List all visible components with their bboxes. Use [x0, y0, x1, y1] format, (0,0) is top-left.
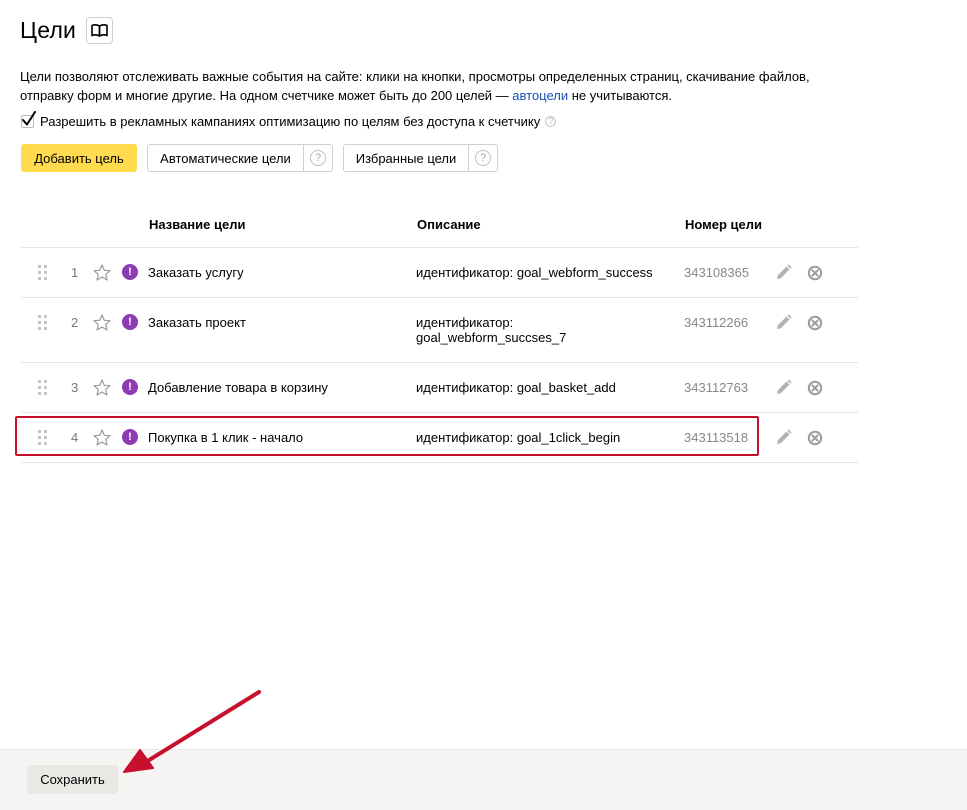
goal-number: 343108365 — [684, 265, 750, 280]
pencil-icon[interactable] — [775, 429, 792, 446]
goal-name: Покупка в 1 клик - начало — [148, 430, 304, 445]
drag-handle-icon[interactable] — [38, 265, 48, 281]
auto-goals-group: Автоматические цели ? — [147, 144, 333, 172]
goal-number: 343112266 — [684, 315, 749, 330]
goals-table: Название цели Описание Номер цели 1 ! За… — [21, 207, 858, 463]
auto-goals-help-button[interactable]: ? — [304, 144, 333, 172]
table-header: Название цели Описание Номер цели — [21, 207, 858, 248]
row-index: 2 — [71, 315, 79, 330]
autogoals-link[interactable]: автоцели — [512, 88, 568, 103]
question-icon: ? — [310, 150, 326, 166]
warning-icon: ! — [122, 429, 138, 445]
favorite-goals-help-button[interactable]: ? — [469, 144, 498, 172]
pencil-icon[interactable] — [775, 314, 792, 331]
pencil-icon[interactable] — [775, 264, 792, 281]
save-button[interactable]: Сохранить — [27, 765, 118, 794]
permission-label[interactable]: Разрешить в рекламных кампаниях оптимиза… — [40, 114, 540, 129]
warning-icon: ! — [122, 314, 138, 330]
goal-description: идентификатор: goal_1click_begin — [416, 430, 666, 445]
row-index: 3 — [71, 380, 79, 395]
goal-description: идентификатор: goal_basket_add — [416, 380, 666, 395]
goal-description: идентификатор: goal_webform_success — [416, 265, 666, 280]
checkmark-icon — [22, 110, 36, 125]
column-header-number: Номер цели — [685, 217, 763, 232]
book-icon — [91, 23, 108, 37]
intro-text: Цели позволяют отслеживать важные событи… — [20, 67, 840, 105]
question-icon: ? — [475, 150, 491, 166]
goal-name: Добавление товара в корзину — [148, 380, 328, 395]
goal-description-line: goal_webform_succses_7 — [416, 330, 567, 345]
drag-handle-icon[interactable] — [38, 380, 48, 396]
warning-icon: ! — [122, 379, 138, 395]
page-title: Цели — [20, 16, 77, 43]
documentation-button[interactable] — [86, 16, 114, 44]
star-icon[interactable] — [93, 314, 111, 331]
delete-icon[interactable] — [807, 315, 823, 331]
row-index: 4 — [71, 430, 79, 445]
drag-handle-icon[interactable] — [38, 315, 48, 331]
footer-bar: Сохранить — [0, 749, 967, 810]
delete-icon[interactable] — [807, 430, 823, 446]
goal-description-line: идентификатор: — [416, 315, 514, 330]
star-icon[interactable] — [93, 429, 111, 446]
question-icon[interactable]: ? — [545, 115, 557, 127]
favorite-goals-group: Избранные цели ? — [343, 144, 498, 172]
goal-description-line: идентификатор: goal_webform_success — [416, 265, 653, 280]
intro-text-end: не учитываются. — [568, 88, 673, 103]
intro-text-start: Цели позволяют отслеживать важные событи… — [20, 69, 810, 103]
goal-number: 343113518 — [684, 430, 749, 445]
favorite-goals-button[interactable]: Избранные цели — [343, 144, 469, 172]
add-goal-button[interactable]: Добавить цель — [21, 144, 137, 172]
goal-description-line: идентификатор: goal_basket_add — [416, 380, 616, 395]
drag-handle-icon[interactable] — [38, 430, 48, 446]
goal-number: 343112763 — [684, 380, 749, 395]
auto-goals-button[interactable]: Автоматические цели — [147, 144, 304, 172]
column-header-name: Название цели — [149, 217, 246, 232]
column-header-description: Описание — [417, 217, 481, 232]
permission-row: Разрешить в рекламных кампаниях оптимиза… — [21, 110, 557, 130]
goal-name: Заказать проект — [148, 315, 246, 330]
goal-description-line: идентификатор: goal_1click_begin — [416, 430, 621, 445]
delete-icon[interactable] — [807, 380, 823, 396]
row-index: 1 — [71, 265, 79, 280]
pencil-icon[interactable] — [775, 379, 792, 396]
goal-description: идентификатор: goal_webform_succses_7 — [416, 315, 666, 345]
star-icon[interactable] — [93, 264, 111, 281]
table-row: 3 ! Добавление товара в корзину идентифи… — [21, 363, 858, 413]
star-icon[interactable] — [93, 379, 111, 396]
table-row: 2 ! Заказать проект идентификатор: goal_w… — [21, 298, 858, 363]
permission-checkbox[interactable] — [21, 110, 36, 128]
warning-icon: ! — [122, 264, 138, 280]
goal-name: Заказать услугу — [148, 265, 244, 280]
table-row: 4 ! Покупка в 1 клик - начало идентифика… — [21, 413, 858, 463]
title-row: Цели — [20, 14, 114, 46]
delete-icon[interactable] — [807, 265, 823, 281]
toolbar: Добавить цель Автоматические цели ? Избр… — [21, 144, 498, 172]
table-row: 1 ! Заказать услугу идентификатор: goal_… — [21, 248, 858, 298]
